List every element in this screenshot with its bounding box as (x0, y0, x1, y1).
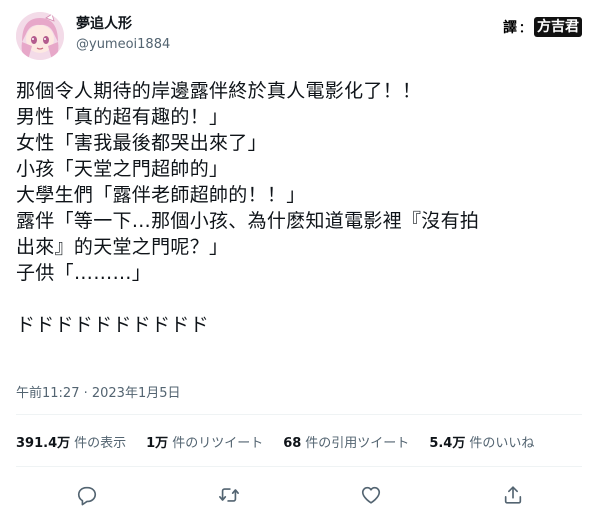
display-name[interactable]: 夢追人形 (76, 15, 170, 33)
stat-value: 1万 (146, 436, 169, 451)
stat-likes[interactable]: 5.4万 件のいいね (429, 432, 534, 451)
credit-label: 譯 (502, 20, 517, 36)
tweet-line: ドドドドドドドドドド (16, 314, 210, 336)
retweet-icon (219, 488, 239, 502)
avatar[interactable] (16, 12, 64, 60)
tweet-line: 小孩「天堂之門超帥的」 (16, 158, 229, 180)
author-names: 夢追人形 @yumeoi1884 (76, 15, 170, 55)
tweet-actions (16, 478, 582, 512)
credit-separator: ： (518, 20, 531, 35)
engagement-stats: 391.4万 件の表示 1万 件のリツイート 68 件の引用ツイート 5.4万 件のいい… (16, 432, 554, 451)
tweet-text: 那個令人期待的岸邊露伴終於真人電影化了！！ 男性「真的超有趣的！」 女性「害我最… (16, 78, 582, 338)
tweet-line: 大學生們「露伴老師超帥的！！」 (16, 184, 306, 206)
tweet-line: 女性「害我最後都哭出來了」 (16, 132, 267, 154)
divider (16, 414, 582, 415)
translator-credit: 譯 ： 方吉君 (503, 17, 582, 37)
like-button[interactable] (358, 482, 384, 508)
divider (16, 466, 582, 467)
retweet-button[interactable] (216, 482, 242, 508)
stat-views[interactable]: 391.4万 件の表示 (16, 432, 126, 451)
stat-quote-tweets[interactable]: 68 件の引用ツイート (283, 432, 409, 451)
credit-name: 方吉君 (534, 17, 582, 37)
stat-retweets[interactable]: 1万 件のリツイート (146, 432, 263, 451)
anime-avatar-icon (16, 12, 64, 60)
tweet-line: 男性「真的超有趣的！」 (16, 106, 229, 128)
tweet-line: 子供「………」 (16, 262, 152, 284)
share-button[interactable] (500, 482, 526, 508)
reply-icon (77, 486, 97, 506)
tweet-line: 露伴「等一下…那個小孩、為什麽知道電影裡『沒有拍 (16, 210, 480, 232)
share-icon (504, 486, 522, 504)
tweet-line: 那個令人期待的岸邊露伴終於真人電影化了！！ (16, 80, 422, 102)
like-icon (361, 486, 381, 504)
stat-value: 391.4万 (16, 436, 71, 451)
stat-label: 件の表示 (74, 436, 127, 451)
stat-label: 件のリツイート (172, 436, 264, 451)
stat-label: 件のいいね (469, 436, 535, 451)
user-handle[interactable]: @yumeoi1884 (76, 35, 170, 55)
tweet-timestamp[interactable]: 午前11:27 · 2023年1月5日 (16, 382, 181, 401)
tweet-header: 夢追人形 @yumeoi1884 譯 ： 方吉君 (16, 10, 582, 60)
stat-value: 68 (283, 436, 302, 451)
tweet-line: 出來』的天堂之門呢？」 (16, 236, 229, 258)
reply-button[interactable] (74, 482, 100, 508)
stat-label: 件の引用ツイート (305, 436, 410, 451)
stat-value: 5.4万 (429, 436, 466, 451)
